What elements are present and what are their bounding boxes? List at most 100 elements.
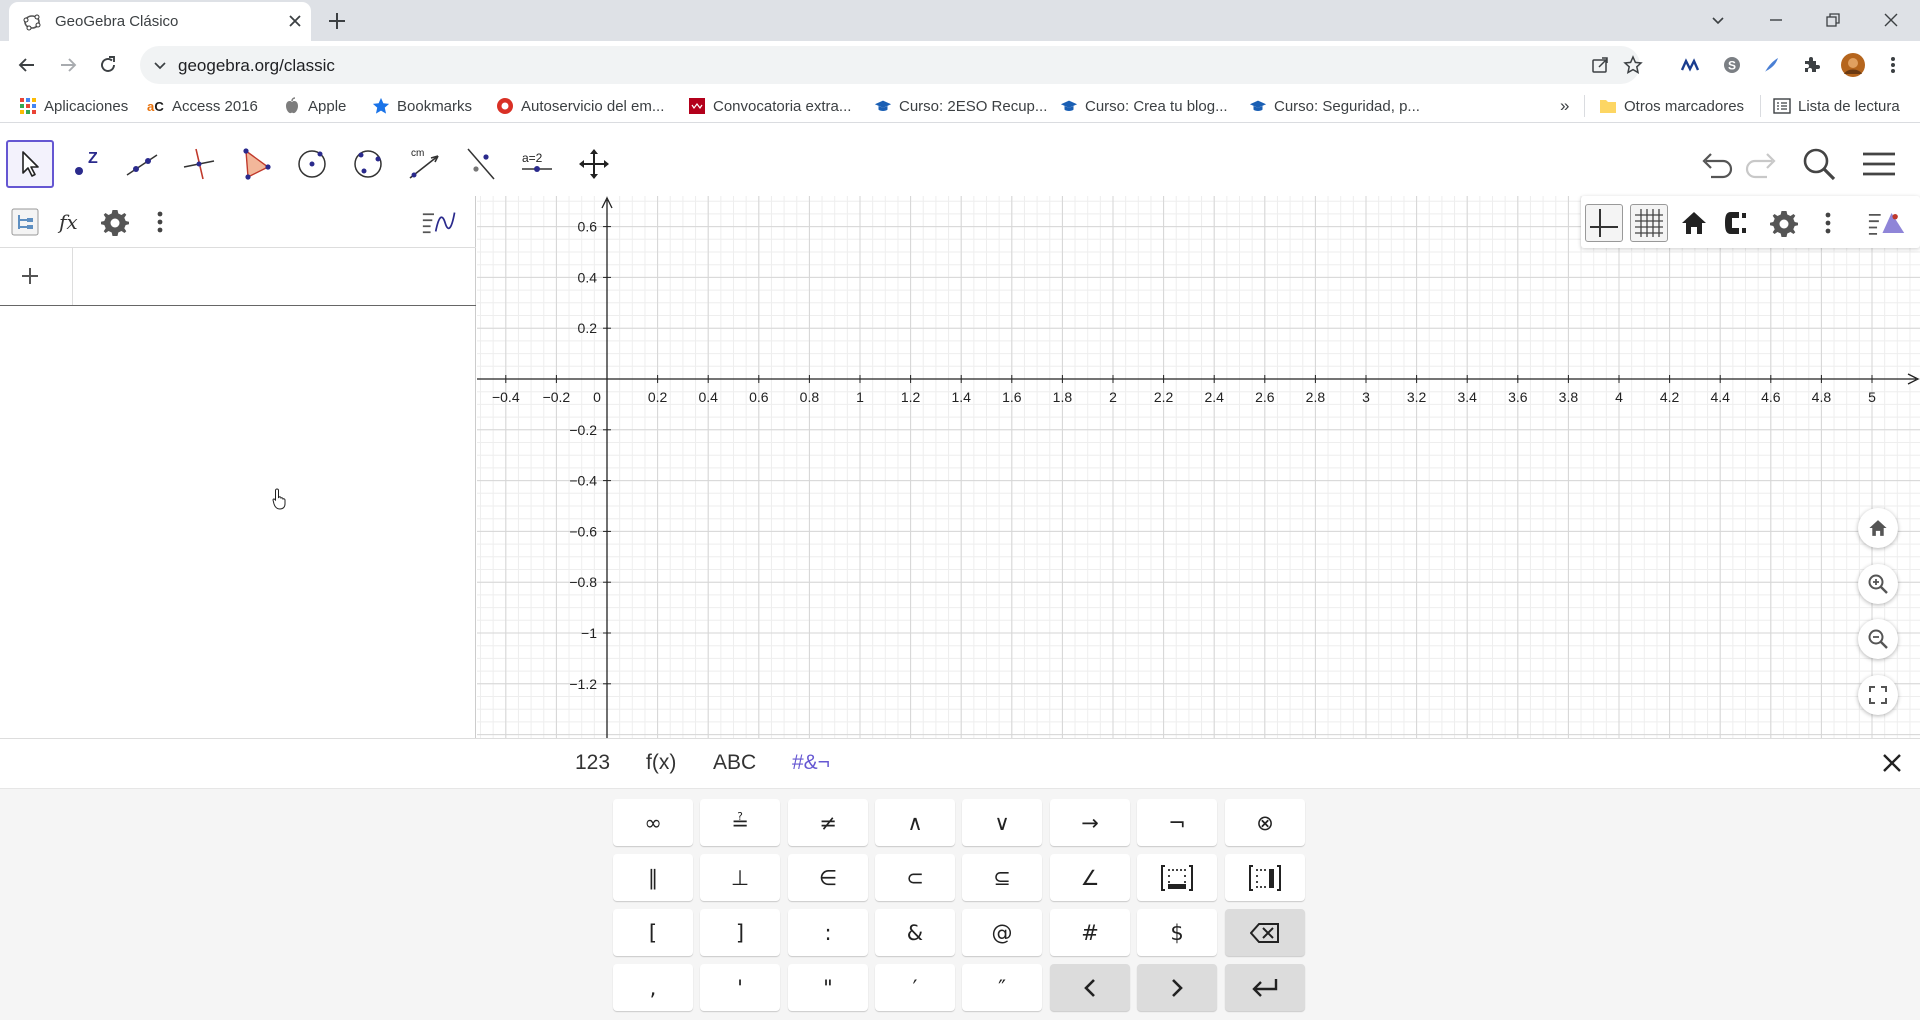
main-menu-button[interactable] xyxy=(1855,140,1903,188)
distance-tool[interactable]: cm xyxy=(400,140,448,188)
key-double-prime[interactable]: ″ xyxy=(962,964,1042,1011)
close-keyboard-icon[interactable] xyxy=(1880,751,1904,775)
address-bar[interactable]: geogebra.org/classic xyxy=(140,46,1643,84)
browser-tab[interactable]: GeoGebra Clásico xyxy=(9,2,311,41)
keyboard-tab-symbols[interactable]: #&¬ xyxy=(792,751,830,775)
key-hash[interactable]: # xyxy=(1050,909,1130,956)
circle-center-point-tool[interactable] xyxy=(288,140,336,188)
reading-list-button[interactable]: Lista de lectura xyxy=(1773,95,1900,117)
algebra-fx-button[interactable]: fx xyxy=(52,204,88,240)
fullscreen-button[interactable] xyxy=(1858,675,1898,715)
profile-avatar[interactable] xyxy=(1839,51,1867,79)
algebra-style-bar-toggle[interactable] xyxy=(422,204,458,240)
key-not[interactable]: ¬ xyxy=(1137,799,1217,846)
tab-search-icon[interactable] xyxy=(1698,6,1738,34)
key-colon[interactable]: : xyxy=(788,909,868,956)
bookmark-apple[interactable]: Apple xyxy=(283,95,346,117)
bookmark-aplicaciones[interactable]: Aplicaciones xyxy=(19,95,128,117)
key-comma[interactable]: , xyxy=(613,964,693,1011)
close-tab-icon[interactable] xyxy=(286,12,304,30)
key-dollar[interactable]: $ xyxy=(1137,909,1217,956)
search-button[interactable] xyxy=(1795,140,1843,188)
key-angle[interactable]: ∠ xyxy=(1050,854,1130,901)
key-backspace[interactable] xyxy=(1225,909,1305,956)
slider-tool[interactable]: a=2 xyxy=(513,140,561,188)
circle-three-points-tool[interactable] xyxy=(344,140,392,188)
bookmark-star-icon[interactable] xyxy=(1623,55,1643,75)
keyboard-tab-letters[interactable]: ABC xyxy=(713,751,756,775)
toggle-grid-button[interactable] xyxy=(1630,204,1668,242)
key-infinity[interactable]: ∞ xyxy=(613,799,693,846)
graphics-style-bar-toggle[interactable] xyxy=(1868,204,1906,242)
key-logical-or[interactable]: ∨ xyxy=(962,799,1042,846)
key-questioned-equal[interactable]: ≟ xyxy=(700,799,780,846)
point-capturing-button[interactable] xyxy=(1720,204,1758,242)
site-info-icon[interactable] xyxy=(152,57,168,73)
zoom-in-button[interactable] xyxy=(1858,564,1898,604)
key-prime[interactable]: ′ xyxy=(875,964,955,1011)
key-ampersand[interactable]: & xyxy=(875,909,955,956)
forward-icon[interactable] xyxy=(54,51,82,79)
algebra-settings-button[interactable] xyxy=(97,204,133,240)
minimize-icon[interactable] xyxy=(1756,6,1796,34)
key-matrix-column[interactable] xyxy=(1225,854,1305,901)
more-bookmarks-chevron[interactable]: » xyxy=(1560,95,1569,117)
new-tab-icon[interactable] xyxy=(324,8,350,34)
key-close-bracket[interactable]: ] xyxy=(700,909,780,956)
perpendicular-line-tool[interactable] xyxy=(175,140,223,188)
key-subset[interactable]: ⊂ xyxy=(875,854,955,901)
key-single-quote[interactable]: ' xyxy=(700,964,780,1011)
bookmark-convocatoria[interactable]: Convocatoria extra... xyxy=(688,95,851,117)
standard-view-floating-button[interactable] xyxy=(1858,508,1898,548)
algebra-more-button[interactable] xyxy=(142,204,178,240)
share-icon[interactable] xyxy=(1590,55,1610,75)
chrome-menu-icon[interactable] xyxy=(1879,51,1907,79)
point-tool[interactable]: Z xyxy=(62,140,110,188)
keyboard-tab-functions[interactable]: f(x) xyxy=(646,751,676,775)
bookmark-curso-seguridad[interactable]: Curso: Seguridad, p... xyxy=(1249,95,1420,117)
algebra-description-button[interactable] xyxy=(7,204,43,240)
zoom-out-button[interactable] xyxy=(1858,619,1898,659)
skype-extension-icon[interactable]: S xyxy=(1718,51,1746,79)
key-element-of[interactable]: ∈ xyxy=(788,854,868,901)
line-tool[interactable] xyxy=(118,140,166,188)
graphics-settings-button[interactable] xyxy=(1765,204,1803,242)
polygon-tool[interactable] xyxy=(231,140,279,188)
back-icon[interactable] xyxy=(13,51,41,79)
bookmark-curso-blog[interactable]: Curso: Crea tu blog... xyxy=(1060,95,1228,117)
graphics-more-button[interactable] xyxy=(1809,204,1847,242)
move-graphics-view-tool[interactable] xyxy=(570,140,618,188)
feather-extension-icon[interactable] xyxy=(1757,51,1785,79)
extensions-puzzle-icon[interactable] xyxy=(1797,51,1825,79)
restore-icon[interactable] xyxy=(1813,6,1853,34)
key-not-equal[interactable]: ≠ xyxy=(788,799,868,846)
redo-button[interactable] xyxy=(1738,140,1786,188)
key-implies[interactable]: → xyxy=(1050,799,1130,846)
key-subset-equal[interactable]: ⊆ xyxy=(962,854,1042,901)
key-cursor-right[interactable] xyxy=(1137,964,1217,1011)
key-cursor-left[interactable] xyxy=(1050,964,1130,1011)
standard-view-button[interactable] xyxy=(1675,204,1713,242)
key-at[interactable]: @ xyxy=(962,909,1042,956)
other-bookmarks-folder[interactable]: Otros marcadores xyxy=(1599,95,1744,117)
key-matrix-row[interactable] xyxy=(1137,854,1217,901)
key-perpendicular[interactable]: ⊥ xyxy=(700,854,780,901)
reflect-tool[interactable] xyxy=(457,140,505,188)
key-logical-and[interactable]: ∧ xyxy=(875,799,955,846)
key-enter[interactable] xyxy=(1225,964,1305,1011)
move-tool[interactable] xyxy=(6,140,54,188)
key-double-quote[interactable]: " xyxy=(788,964,868,1011)
url-text[interactable]: geogebra.org/classic xyxy=(178,56,335,76)
bookmark-access-2016[interactable]: aC Access 2016 xyxy=(147,95,258,117)
algebra-input-row[interactable] xyxy=(0,248,476,306)
key-parallel[interactable]: ∥ xyxy=(613,854,693,901)
bookmark-autoservicio[interactable]: Autoservicio del em... xyxy=(496,95,664,117)
key-open-bracket[interactable]: [ xyxy=(613,909,693,956)
add-input-icon[interactable] xyxy=(18,264,42,288)
reload-icon[interactable] xyxy=(94,51,122,79)
key-vector-product[interactable]: ⊗ xyxy=(1225,799,1305,846)
bookmark-bookmarks[interactable]: Bookmarks xyxy=(372,95,472,117)
extension-m-icon[interactable] xyxy=(1677,51,1705,79)
keyboard-tab-numbers[interactable]: 123 xyxy=(575,751,610,775)
coordinate-grid[interactable]: −0.4 −0.2 0 0.2 0.4 0.6 0.8 1 1.2 1.4 1.6 1.8 2 2.2 2.… xyxy=(477,196,1920,738)
